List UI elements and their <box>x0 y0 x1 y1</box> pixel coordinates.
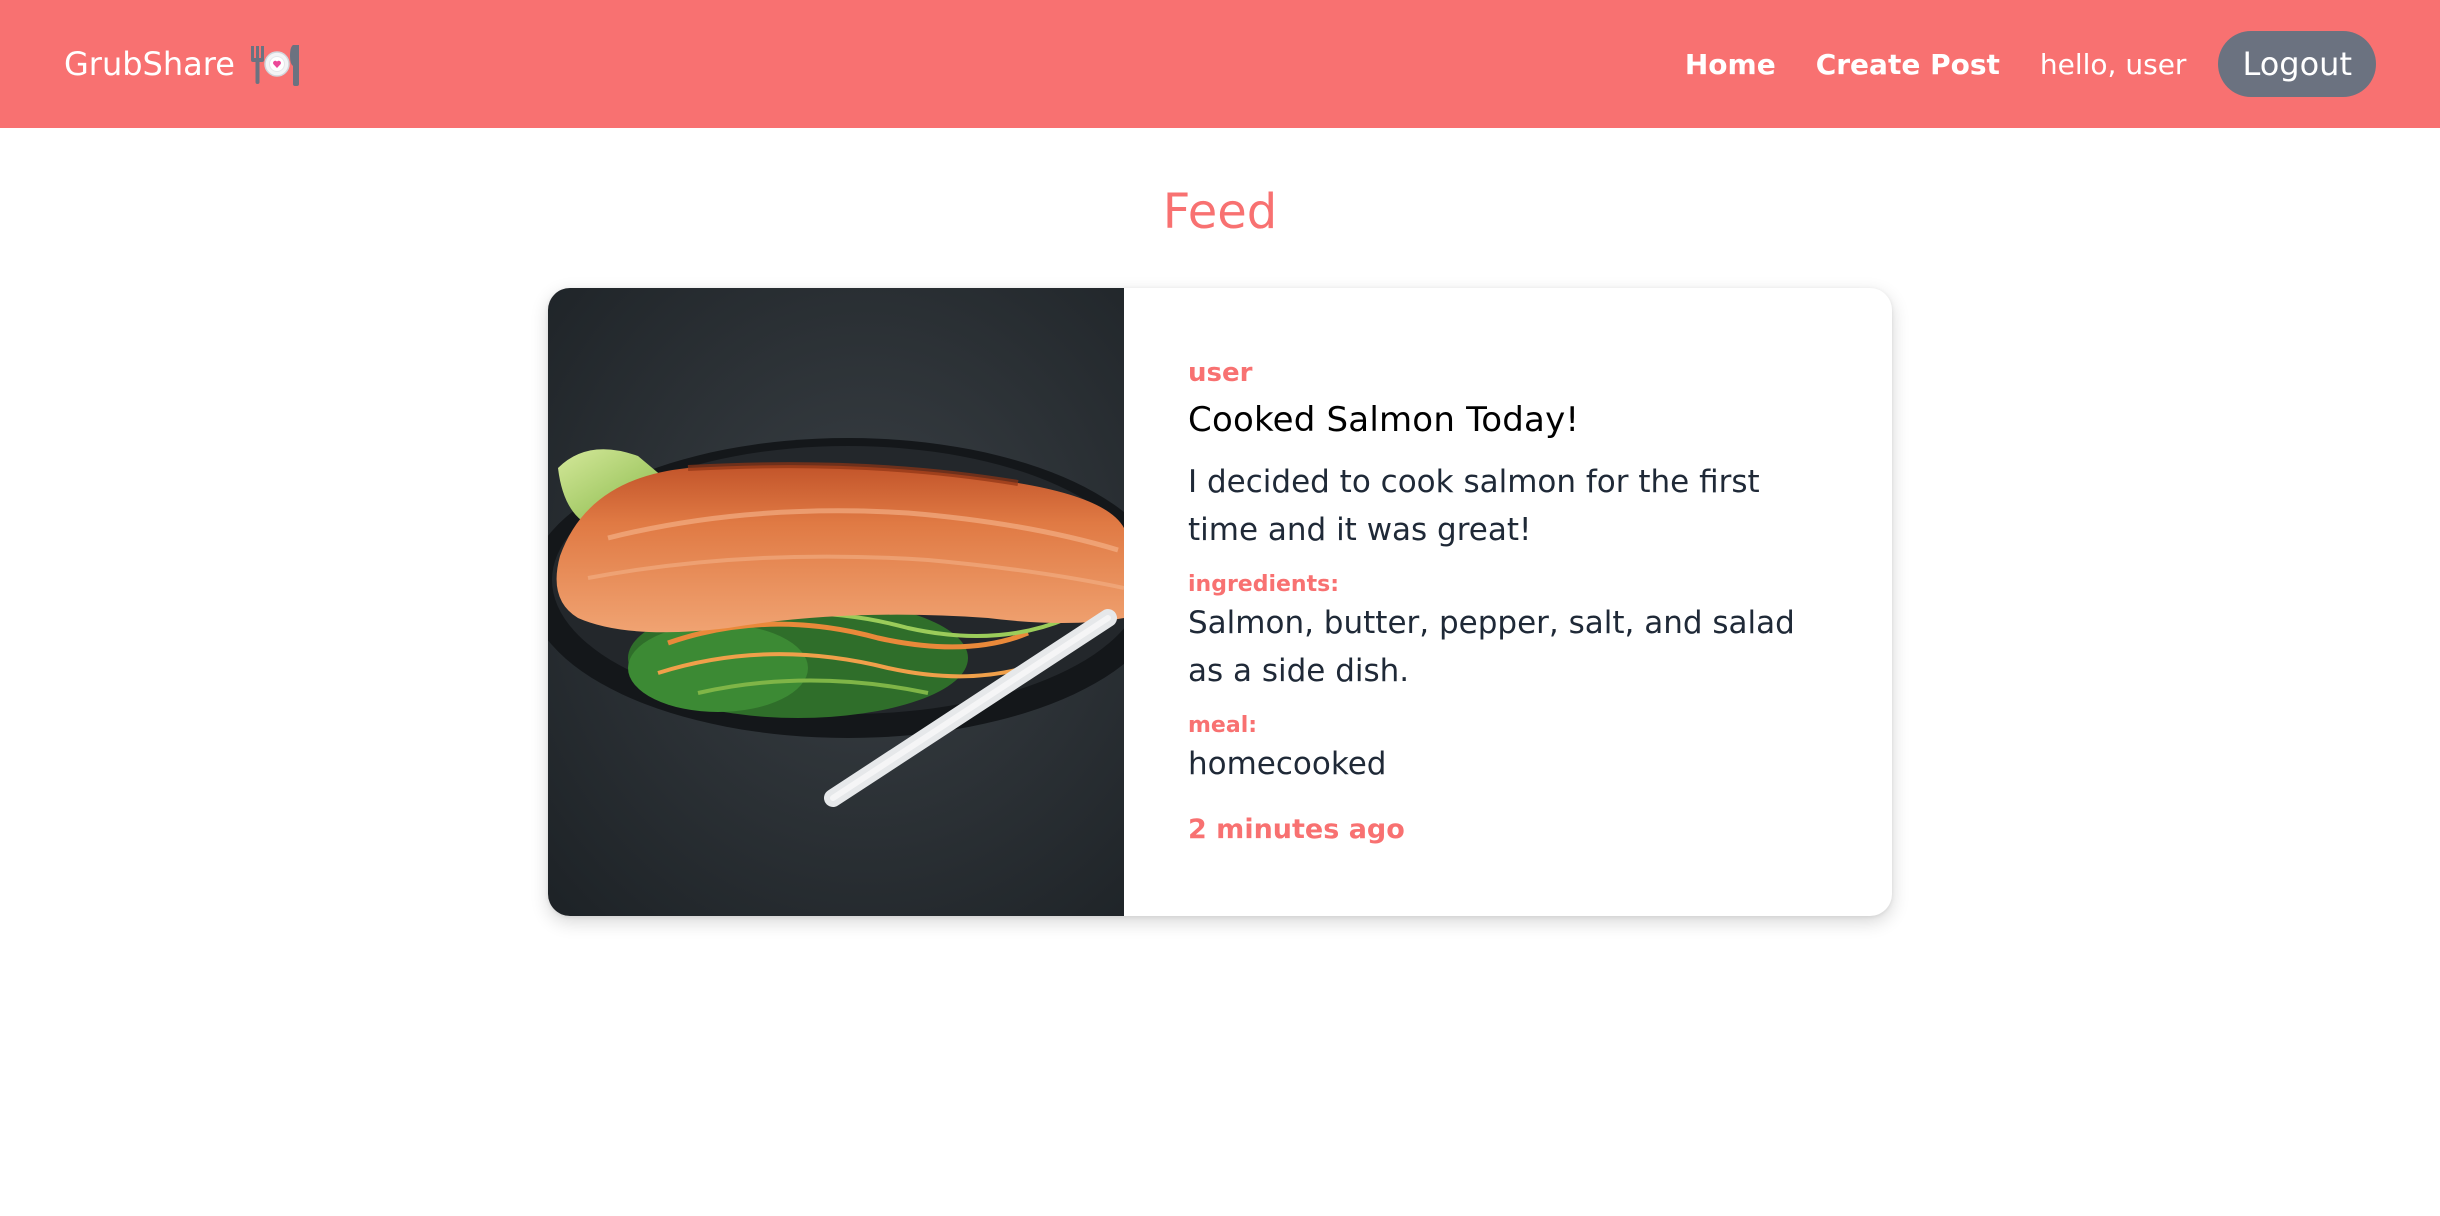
meal-value: homecooked <box>1188 746 1387 782</box>
post-timestamp: 2 minutes ago <box>1188 814 1405 845</box>
user-greeting: hello, user <box>2039 47 2187 81</box>
brand-name: GrubShare <box>64 45 235 83</box>
post-body: user Cooked Salmon Today! I decided to c… <box>1124 288 1892 916</box>
post-author[interactable]: user <box>1188 358 1828 388</box>
plate-fork-knife-icon <box>249 42 303 86</box>
navbar: GrubShare Home Create Post hello, user L… <box>0 0 2440 128</box>
post-text: I decided to cook salmon for the first t… <box>1188 464 1760 548</box>
nav-home-link[interactable]: Home <box>1685 48 1776 81</box>
logout-button[interactable]: Logout <box>2218 31 2376 97</box>
nav-right: Home Create Post hello, user Logout <box>1685 31 2376 97</box>
ingredients-value: Salmon, butter, pepper, salt, and salad … <box>1188 605 1795 689</box>
nav-create-post-link[interactable]: Create Post <box>1816 48 2000 81</box>
post-card[interactable]: user Cooked Salmon Today! I decided to c… <box>548 288 1892 916</box>
post-title: Cooked Salmon Today! <box>1188 400 1580 440</box>
brand-link[interactable]: GrubShare <box>64 42 303 86</box>
ingredients-label: ingredients: <box>1188 572 1340 597</box>
page-title: Feed <box>1162 184 1278 240</box>
meal-label: meal: <box>1188 713 1258 738</box>
post-image <box>548 288 1124 916</box>
